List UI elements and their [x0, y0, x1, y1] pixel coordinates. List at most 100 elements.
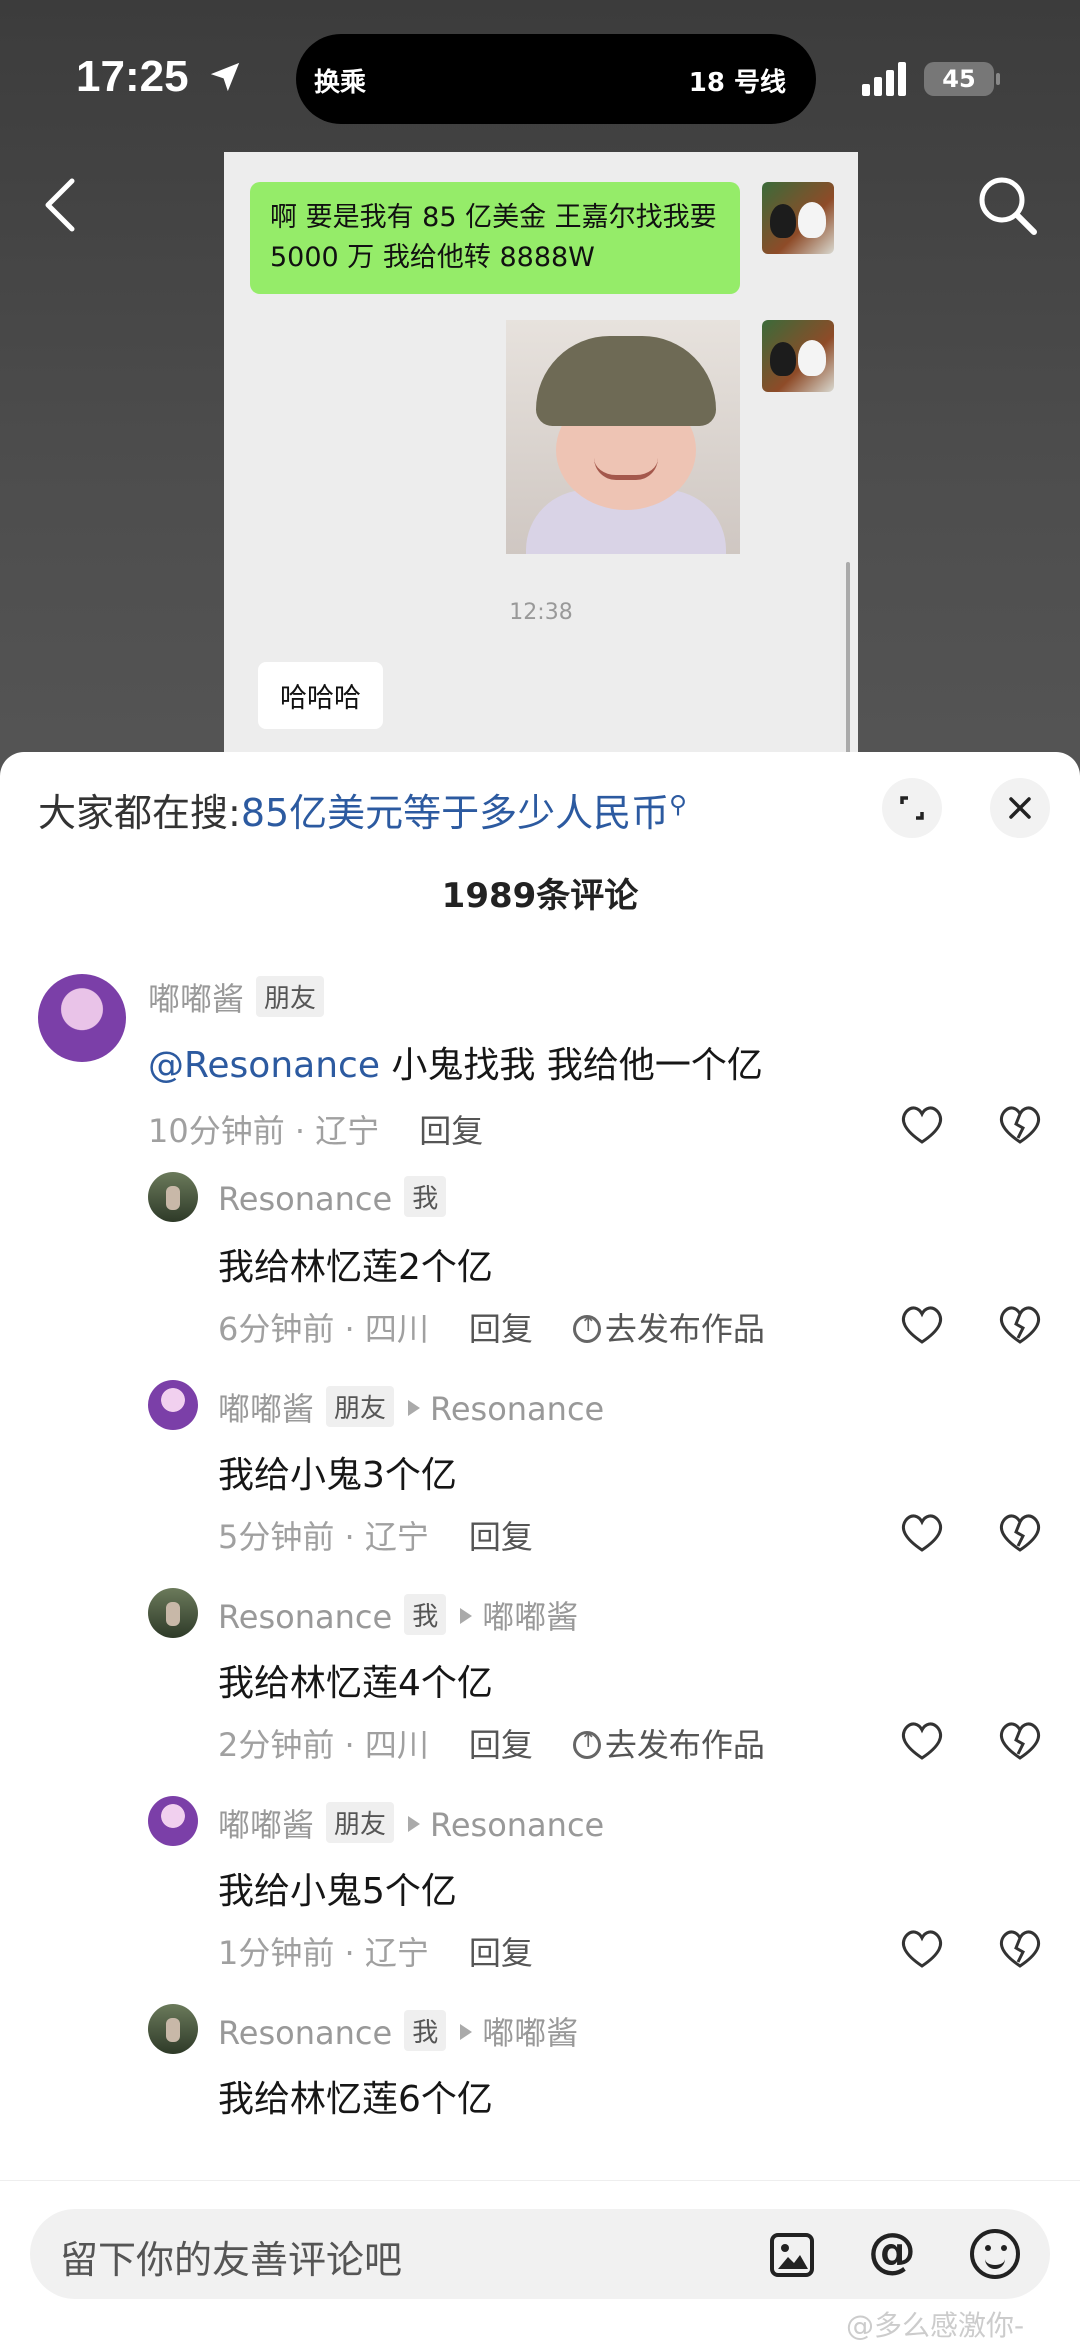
reply-to-name: 嘟嘟酱	[482, 2014, 579, 2052]
chat-bubble-sent: 啊 要是我有 85 亿美金 王嘉尔找我要 5000 万 我给他转 8888W	[250, 182, 740, 294]
comment-text: 我给小鬼5个亿	[218, 1871, 457, 1912]
comment-input[interactable]: 留下你的友善评论吧 @	[30, 2209, 1050, 2299]
chat-screenshot: 啊 要是我有 85 亿美金 王嘉尔找我要 5000 万 我给他转 8888W 1…	[224, 152, 858, 772]
comment-meta: 1分钟前 · 辽宁 回复	[218, 1928, 533, 1974]
author-tag: 朋友	[326, 1802, 395, 1843]
mention-link[interactable]: @Resonance	[148, 1045, 380, 1086]
heart-icon[interactable]	[898, 1510, 946, 1554]
chat-bubble-received: 哈哈哈	[258, 662, 383, 729]
broken-heart-icon[interactable]	[996, 1718, 1044, 1762]
broken-heart-icon[interactable]	[996, 1102, 1044, 1146]
author-name: 嘟嘟酱	[148, 980, 245, 1018]
battery-indicator: 45	[924, 62, 1000, 96]
dynamic-island: 换乘 18 号线	[296, 34, 816, 124]
broken-heart-icon[interactable]	[996, 1302, 1044, 1346]
reply-button[interactable]: 回复	[419, 1112, 483, 1150]
comment-author[interactable]: 嘟嘟酱 朋友	[148, 974, 325, 1020]
publish-label: 去发布作品	[604, 1310, 765, 1348]
comment-author[interactable]: Resonance 我	[218, 1176, 447, 1218]
avatar[interactable]	[148, 1796, 198, 1846]
comment-author[interactable]: 嘟嘟酱 朋友 Resonance	[218, 1384, 604, 1430]
reply-button[interactable]: 回复	[469, 1934, 533, 1972]
comment-time-location: 6分钟前 · 四川	[218, 1310, 429, 1348]
avatar[interactable]	[148, 1588, 198, 1638]
upload-icon	[572, 1312, 601, 1343]
comment-text: 我给林忆莲6个亿	[218, 2079, 493, 2120]
author-tag: 朋友	[326, 1386, 395, 1427]
comment-text: 我给林忆莲4个亿	[218, 1663, 493, 1704]
reply-arrow-icon	[408, 1816, 421, 1832]
comment-author[interactable]: 嘟嘟酱 朋友 Resonance	[218, 1800, 604, 1846]
avatar[interactable]	[148, 1172, 198, 1222]
comment-author[interactable]: Resonance 我嘟嘟酱	[218, 1592, 578, 1638]
heart-icon[interactable]	[898, 1302, 946, 1346]
chat-photo	[506, 320, 740, 554]
reply-button[interactable]: 回复	[469, 1518, 533, 1556]
close-icon	[1009, 797, 1031, 819]
comment-text: 我给林忆莲2个亿	[218, 1247, 493, 1288]
author-tag: 朋友	[256, 976, 325, 1017]
expand-icon	[900, 796, 924, 820]
author-tag: 我	[404, 1594, 447, 1635]
comment-time-location: 10分钟前 · 辽宁	[148, 1112, 380, 1150]
avatar[interactable]	[148, 1380, 198, 1430]
expand-button[interactable]	[882, 778, 942, 838]
reply-button[interactable]: 回复	[469, 1726, 533, 1764]
comment-time-location: 1分钟前 · 辽宁	[218, 1934, 429, 1972]
broken-heart-icon[interactable]	[996, 1926, 1044, 1970]
comment-author[interactable]: Resonance 我嘟嘟酱	[218, 2008, 578, 2054]
heart-icon[interactable]	[898, 1926, 946, 1970]
reply-arrow-icon	[408, 1400, 421, 1416]
broken-heart-icon[interactable]	[996, 1510, 1044, 1554]
comment-text: 我给小鬼3个亿	[218, 1455, 457, 1496]
comment-sheet: 大家都在搜:85亿美元等于多少人民币⚲ 1989条评论 嘟嘟酱 朋友 @Reson…	[0, 752, 1080, 2347]
signal-icon	[862, 62, 906, 96]
comment-meta: 2分钟前 · 四川 回复 去发布作品	[218, 1720, 765, 1766]
chat-scrollbar	[846, 562, 850, 772]
watermark: @多么感激你-	[846, 2309, 1025, 2342]
mention-icon[interactable]: @	[868, 2223, 916, 2279]
island-line-label: 18 号线	[688, 68, 786, 98]
comment-body: 小鬼找我 我给他一个亿	[391, 1045, 763, 1086]
status-bar: 17:25 换乘 18 号线 45	[0, 0, 1080, 150]
comment-input-placeholder: 留下你的友善评论吧	[60, 2238, 403, 2282]
comment-meta: 10分钟前 · 辽宁 回复	[148, 1106, 483, 1152]
reply-to-name: Resonance	[430, 1390, 605, 1428]
emoji-icon[interactable]	[970, 2229, 1020, 2279]
comment-text: @Resonance 小鬼找我 我给他一个亿	[148, 1036, 763, 1088]
search-small-icon: ⚲	[669, 790, 687, 819]
comment-meta: 5分钟前 · 辽宁 回复	[218, 1512, 533, 1558]
reply-arrow-icon	[460, 2024, 473, 2040]
heart-icon[interactable]	[898, 1102, 946, 1146]
island-transfer-label: 换乘	[314, 68, 367, 98]
avatar[interactable]	[148, 2004, 198, 2054]
trending-search[interactable]: 大家都在搜:85亿美元等于多少人民币⚲	[38, 782, 687, 837]
publish-label: 去发布作品	[604, 1726, 765, 1764]
status-time: 17:25	[76, 52, 189, 101]
publish-button[interactable]: 去发布作品	[572, 1726, 765, 1764]
avatar[interactable]	[38, 974, 126, 1062]
chat-avatar	[762, 182, 834, 254]
comment-time-location: 2分钟前 · 四川	[218, 1726, 429, 1764]
reply-to-name: Resonance	[430, 1806, 605, 1844]
author-tag: 我	[404, 1176, 447, 1217]
author-name: 嘟嘟酱	[218, 1806, 315, 1844]
publish-button[interactable]: 去发布作品	[572, 1310, 765, 1348]
trending-search-keyword[interactable]: 85亿美元等于多少人民币	[241, 791, 669, 835]
reply-arrow-icon	[460, 1608, 473, 1624]
heart-icon[interactable]	[898, 1718, 946, 1762]
author-name: 嘟嘟酱	[218, 1390, 315, 1428]
author-name: Resonance	[218, 1180, 393, 1218]
comment-time-location: 5分钟前 · 辽宁	[218, 1518, 429, 1556]
search-icon[interactable]	[972, 170, 1042, 240]
reply-button[interactable]: 回复	[469, 1310, 533, 1348]
image-icon[interactable]	[770, 2233, 814, 2277]
comment-meta: 6分钟前 · 四川 回复 去发布作品	[218, 1304, 765, 1350]
back-arrow-icon[interactable]	[36, 175, 86, 235]
location-arrow-icon	[210, 62, 240, 92]
author-name: Resonance	[218, 2014, 393, 2052]
app-screen: 17:25 换乘 18 号线 45 啊 要是我有 85 亿美金 王嘉尔找我要 5…	[0, 0, 1080, 2347]
close-button[interactable]	[990, 778, 1050, 838]
upload-icon	[572, 1728, 601, 1759]
author-tag: 我	[404, 2010, 447, 2051]
